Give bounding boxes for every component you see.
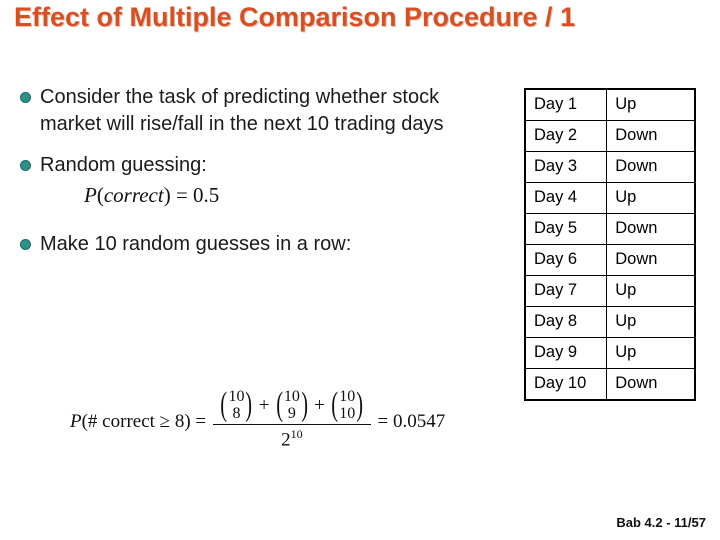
equation-denominator: 210 <box>277 425 307 451</box>
binomial-coefficient: ( 10 8 ) <box>218 386 255 423</box>
table-row: Day 10 Down <box>524 368 696 401</box>
binomial-stack: 10 8 <box>228 388 244 422</box>
equation-value: = 0.5 <box>175 183 220 207</box>
table-cell-day: Day 1 <box>524 88 608 121</box>
slide-title: Effect of Multiple Comparison Procedure … <box>14 2 576 32</box>
equation-fraction: ( 10 8 ) + ( 10 9 ) + ( 10 10) 210 <box>213 388 371 451</box>
left-paren-icon: ( <box>331 386 338 423</box>
binomial-coefficient: ( 10 9 ) <box>274 386 311 423</box>
bullet-marker <box>18 231 40 250</box>
table-row: Day 6 Down <box>524 244 696 276</box>
binomial-top: 10 <box>283 388 300 405</box>
equation-result: = 0.0547 <box>377 410 446 432</box>
bullet-marker <box>18 152 40 171</box>
bullet-text: Random guessing: <box>40 154 207 176</box>
table-row: Day 3 Down <box>524 151 696 183</box>
table-row: Day 4 Up <box>524 182 696 214</box>
list-item: Make 10 random guesses in a row: <box>18 231 498 258</box>
table-cell-day: Day 7 <box>524 275 608 307</box>
table-cell-value: Down <box>606 151 696 183</box>
equation-p-symbol: P <box>70 410 82 432</box>
table-body: Day 1 Up Day 2 Down Day 3 Down Day 4 Up … <box>524 88 696 401</box>
table-cell-value: Down <box>606 244 696 276</box>
bullet-dot-icon <box>20 239 31 250</box>
binomial-top: 10 <box>228 388 245 405</box>
bullet-dot-icon <box>20 92 31 103</box>
table-cell-value: Up <box>606 275 696 307</box>
bullet-dot-icon <box>20 160 31 171</box>
bullet-marker <box>18 84 40 103</box>
right-paren-icon: ) <box>356 386 364 423</box>
table-cell-day: Day 4 <box>524 182 608 214</box>
left-paren-icon: ( <box>220 386 228 423</box>
bullet-text: Make 10 random guesses in a row: <box>40 233 352 255</box>
plus-sign: + <box>314 395 325 416</box>
bullet-text: Consider the task of predicting whether … <box>40 86 444 135</box>
equation-open-paren: ( <box>96 183 104 207</box>
table-cell-value: Up <box>606 306 696 338</box>
table-cell-value: Down <box>606 213 696 245</box>
equation-p-symbol: P <box>84 183 97 207</box>
left-paren-icon: ( <box>275 386 283 423</box>
table-cell-value: Down <box>606 368 696 401</box>
binomial-bottom: 9 <box>287 405 296 422</box>
table-cell-value: Up <box>606 182 696 214</box>
table-row: Day 1 Up <box>524 88 696 121</box>
table-row: Day 7 Up <box>524 275 696 307</box>
table-cell-day: Day 9 <box>524 337 608 369</box>
equation-close-paren: ) <box>163 183 171 207</box>
right-paren-icon: ) <box>245 386 253 423</box>
denominator-exponent: 10 <box>290 427 303 441</box>
table-cell-day: Day 5 <box>524 213 608 245</box>
binomial-top: 10 <box>339 388 356 405</box>
day-direction-table: Day 1 Up Day 2 Down Day 3 Down Day 4 Up … <box>524 88 696 401</box>
binomial-bottom: 8 <box>232 405 241 422</box>
table-cell-day: Day 6 <box>524 244 608 276</box>
equation-binomial: P(# correct ≥ 8) = ( 10 8 ) + ( 10 9 ) +… <box>70 388 445 451</box>
table-cell-day: Day 8 <box>524 306 608 338</box>
binomial-stack: 10 9 <box>284 388 300 422</box>
table-row: Day 8 Up <box>524 306 696 338</box>
binomial-coefficient: ( 10 10 ) <box>329 386 366 423</box>
table-row: Day 2 Down <box>524 120 696 152</box>
table-cell-value: Down <box>606 120 696 152</box>
equation-argument: correct <box>103 183 164 207</box>
right-paren-icon: ) <box>301 386 308 423</box>
table-cell-day: Day 10 <box>524 368 608 401</box>
denominator-base: 2 <box>281 429 291 451</box>
bullet-list: Consider the task of predicting whether … <box>18 84 498 262</box>
table-cell-value: Up <box>606 88 696 121</box>
table-cell-value: Up <box>606 337 696 369</box>
equation-numerator: ( 10 8 ) + ( 10 9 ) + ( 10 10) <box>213 388 370 424</box>
list-item: Random guessing: P(correct) = 0.5 <box>18 152 498 208</box>
table-row: Day 9 Up <box>524 337 696 369</box>
equation-lhs: P(# correct ≥ 8) = <box>70 407 206 433</box>
binomial-bottom: 10 <box>339 405 356 422</box>
list-item: Consider the task of predicting whether … <box>18 84 498 138</box>
plus-sign: + <box>258 395 270 416</box>
binomial-stack: 10 10 <box>339 388 355 422</box>
equation-lhs-rest: (# correct ≥ 8) = <box>81 410 207 432</box>
equation-random-guessing: P(correct) = 0.5 <box>84 183 219 208</box>
slide-footer: Bab 4.2 - 11/57 <box>616 515 706 530</box>
table-cell-day: Day 3 <box>524 151 608 183</box>
table-row: Day 5 Down <box>524 213 696 245</box>
table-cell-day: Day 2 <box>524 120 608 152</box>
